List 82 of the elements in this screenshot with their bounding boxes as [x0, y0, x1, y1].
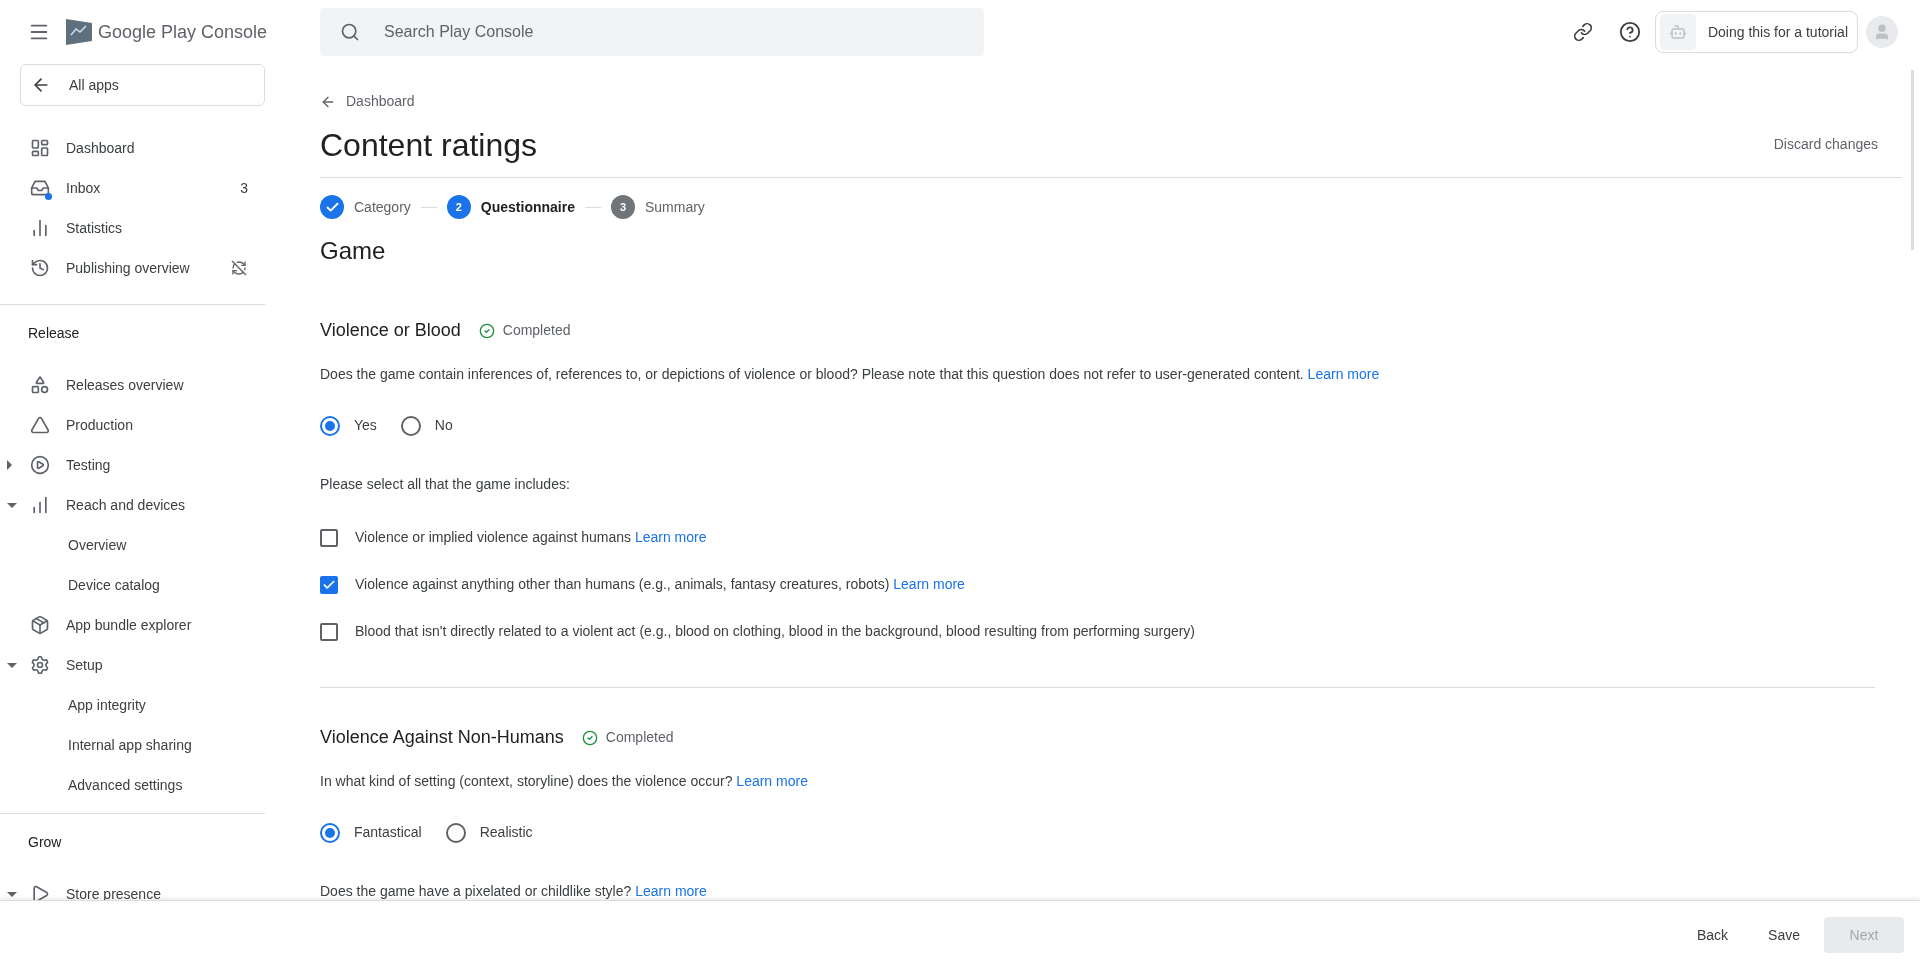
- footer-button[interactable]: Save: [1752, 917, 1816, 953]
- app-selector[interactable]: Doing this for a tutorial: [1654, 11, 1858, 53]
- sidebar-item[interactable]: Testing: [0, 445, 265, 485]
- inbox-icon: [30, 178, 50, 198]
- section-heading: Release: [27, 323, 81, 343]
- caret-down-icon[interactable]: [7, 662, 17, 668]
- triangle-icon: [30, 415, 50, 435]
- sidebar-item[interactable]: Reach and devices: [0, 485, 265, 525]
- radio-label: Realistic: [479, 823, 533, 842]
- category-heading: Game: [320, 236, 387, 266]
- sidebar-item[interactable]: Production: [0, 405, 265, 445]
- sync-off-icon: [231, 260, 247, 276]
- question-text: Please select all that the game includes:: [320, 475, 571, 494]
- learn-more-link[interactable]: Learn more: [1307, 366, 1380, 382]
- learn-more-link[interactable]: Learn more: [635, 883, 707, 899]
- section-title: Violence or Blood: [320, 319, 461, 342]
- check-circle-icon: [478, 322, 495, 339]
- package-icon: [30, 615, 50, 635]
- help-icon[interactable]: [1618, 21, 1641, 43]
- radio-button[interactable]: [400, 415, 421, 436]
- check-circle-icon: [581, 729, 598, 746]
- section-title: Violence Against Non-Humans: [320, 726, 564, 749]
- checkbox[interactable]: [320, 575, 338, 594]
- link-icon[interactable]: [1572, 22, 1593, 42]
- caret-down-icon[interactable]: [7, 502, 17, 508]
- question-text: Does the game have a pixelated or childlike style? Learn more: [320, 882, 708, 900]
- play-console-logo: [64, 17, 94, 47]
- sidebar-item[interactable]: App bundle explorer: [0, 605, 265, 645]
- settings-icon: [30, 655, 50, 675]
- history-icon: [30, 258, 50, 278]
- status-label: Completed: [478, 320, 571, 341]
- footer-button[interactable]: Back: [1680, 917, 1745, 953]
- question-text: In what kind of setting (context, storyline) does the violence occur? Learn more: [320, 772, 809, 791]
- search-icon: [340, 22, 360, 42]
- status-label: Completed: [581, 727, 674, 748]
- radio-button[interactable]: [320, 415, 340, 436]
- radio-button[interactable]: [320, 822, 340, 843]
- search-field[interactable]: Search Play Console: [320, 8, 984, 56]
- play-icon: [30, 884, 50, 900]
- learn-more-link[interactable]: Learn more: [893, 576, 965, 592]
- radio-label: Yes: [354, 416, 377, 435]
- caret-right-icon[interactable]: [7, 460, 12, 470]
- shapes-icon: [30, 375, 50, 395]
- step-label: Category: [354, 197, 411, 217]
- sidebar-item[interactable]: Releases overview: [0, 365, 265, 405]
- radio-label: Fantastical: [354, 823, 422, 842]
- step-number: 2: [446, 195, 471, 219]
- sidebar-subitem[interactable]: Advanced settings: [0, 765, 265, 805]
- radio-label: No: [434, 416, 453, 435]
- sidebar-subitem[interactable]: Internal app sharing: [0, 725, 265, 765]
- sidebar-subitem[interactable]: Device catalog: [0, 565, 265, 605]
- sidebar-item[interactable]: Publishing overview: [0, 248, 265, 288]
- learn-more-link[interactable]: Learn more: [634, 529, 707, 545]
- scrollbar-thumb[interactable]: [1911, 70, 1914, 250]
- checkbox[interactable]: [320, 622, 338, 641]
- robot-icon: [1668, 23, 1687, 41]
- bar-chart-icon: [30, 218, 50, 238]
- learn-more-link[interactable]: Learn more: [736, 773, 808, 789]
- sidebar-item[interactable]: Setup: [0, 645, 265, 685]
- play-circle-icon: [30, 455, 50, 475]
- unread-count: 3: [240, 178, 248, 198]
- discard-changes-button[interactable]: Discard changes: [1761, 126, 1890, 163]
- breadcrumb-link[interactable]: Dashboard: [320, 91, 1880, 112]
- checkbox[interactable]: [320, 528, 338, 547]
- step-label: Questionnaire: [480, 197, 575, 217]
- sidebar-item[interactable]: Dashboard: [0, 128, 265, 168]
- step-number: 3: [610, 195, 635, 219]
- radio-button[interactable]: [445, 822, 466, 843]
- dashboard-icon: [30, 138, 50, 158]
- question-text: Does the game contain inferences of, references to, or depictions of violence or blood? Please note that this question does not refer to user-generated content. Learn more: [320, 365, 1381, 384]
- section-heading: Grow: [27, 832, 63, 852]
- sidebar-subitem[interactable]: Overview: [0, 525, 265, 565]
- sidebar-subitem[interactable]: App integrity: [0, 685, 265, 725]
- step-label: Summary: [644, 197, 705, 217]
- bar-chart-icon: [30, 495, 50, 515]
- page-title: Content ratings: [320, 125, 537, 165]
- question-text: Violence against anything other than humans (e.g., animals, fantasy creatures, robots) Learn more: [355, 575, 965, 594]
- question-text: Blood that isn't directly related to a violent act (e.g., blood on clothing, blood in the background, blood resulting from performing surgery): [355, 622, 1196, 641]
- all-apps-button[interactable]: All apps: [20, 64, 265, 106]
- product-name: Google Play Console: [98, 20, 268, 44]
- sidebar-item[interactable]: Statistics: [0, 208, 265, 248]
- question-text: Violence or implied violence against humans Learn more: [355, 528, 707, 547]
